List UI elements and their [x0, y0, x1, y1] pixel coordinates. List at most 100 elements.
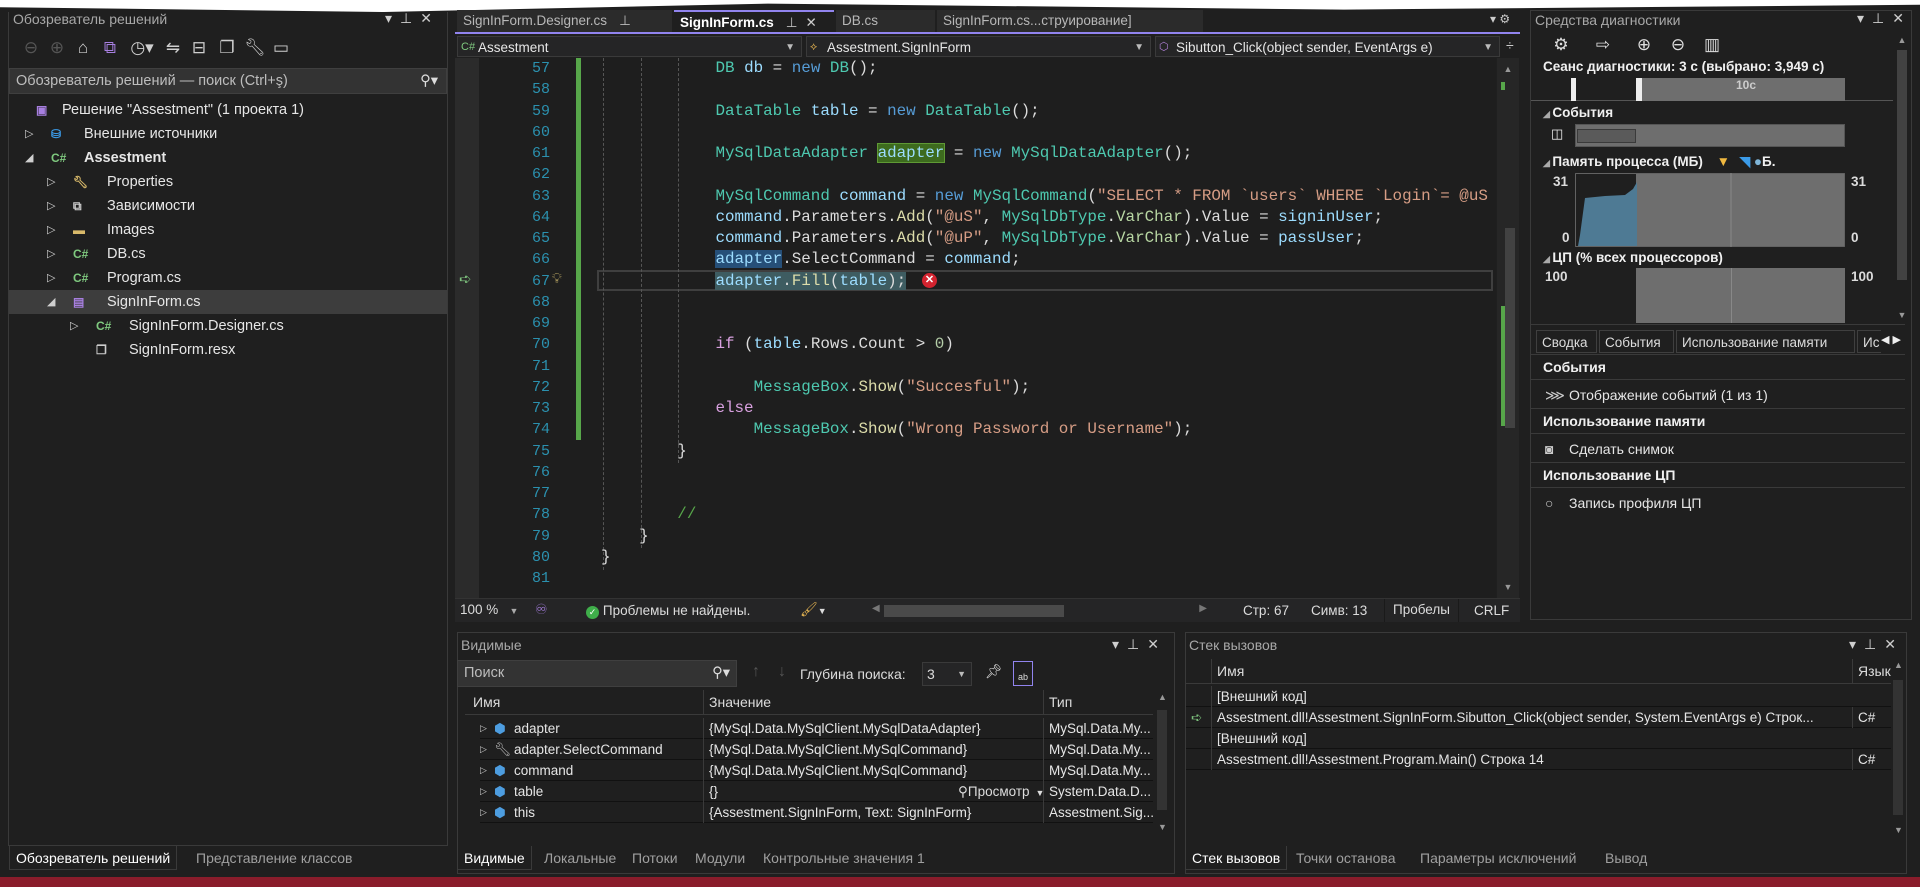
gear-icon[interactable]: ⚙ [1543, 35, 1579, 55]
expand-arrow-icon[interactable]: ▷ [47, 266, 55, 290]
code-line[interactable]: } [601, 441, 687, 462]
back-icon[interactable]: ⊖ [18, 38, 44, 58]
error-icon[interactable]: ✕ [922, 273, 937, 288]
dropdown-icon[interactable]: ▾ [1112, 636, 1127, 652]
close-icon[interactable]: ✕ [1147, 636, 1167, 652]
debug-tab[interactable]: Стек вызовов [1185, 846, 1288, 870]
column-header-name[interactable]: Имя [473, 690, 500, 715]
dropdown-icon[interactable]: ▾ [1849, 636, 1864, 652]
tree-item[interactable]: ▷ C# DB.cs [9, 242, 447, 266]
tree-item[interactable]: ▷ ▬ Images [9, 218, 447, 242]
scroll-right-icon[interactable]: ▶ [1199, 603, 1207, 614]
code-line[interactable]: else [601, 398, 753, 419]
scroll-thumb[interactable] [1897, 50, 1907, 280]
debug-tab[interactable]: Локальные [538, 846, 622, 870]
tree-item[interactable]: ▣ Решение "Assestment" (1 проекта 1) [9, 98, 447, 122]
expand-arrow-icon[interactable]: ▷ [70, 314, 78, 338]
expand-arrow-icon[interactable]: ▷ [480, 781, 487, 802]
events-track[interactable] [1575, 124, 1845, 147]
scroll-up-icon[interactable]: ▲ [1895, 35, 1909, 45]
expand-arrow-icon[interactable]: ▷ [480, 739, 487, 760]
pin-icon[interactable]: ⊥ [1872, 10, 1892, 26]
callstack-row[interactable]: [Внешний код] [1186, 686, 1891, 707]
expand-arrow-icon[interactable]: ▷ [25, 122, 33, 146]
debug-tab[interactable]: Потоки [626, 846, 684, 870]
search-icon[interactable]: ⚲▾ [712, 661, 730, 685]
tab-events[interactable]: События [1599, 330, 1674, 353]
history-filter-icon[interactable]: ◷▾ [124, 38, 160, 58]
close-icon[interactable]: ✕ [806, 15, 817, 30]
scroll-thumb[interactable] [1157, 710, 1167, 810]
code-line[interactable]: command.Parameters.Add("@uP", MySqlDbTyp… [601, 228, 1364, 249]
scroll-up-icon[interactable]: ▲ [1155, 692, 1170, 702]
tree-item[interactable]: ▷ 🔧︎ Properties [9, 170, 447, 194]
export-icon[interactable]: ⇨ [1579, 35, 1627, 55]
editor-tab[interactable]: DB.cs [836, 10, 935, 32]
code-line[interactable]: MessageBox.Show("Wrong Password or Usern… [601, 419, 1193, 440]
callstack-row[interactable]: Assestment.dll!Assestment.Program.Main()… [1186, 749, 1891, 770]
problems-status[interactable]: ✓ Проблемы не найдены. [586, 602, 750, 619]
expand-arrow-icon[interactable]: ▷ [47, 194, 55, 218]
memory-chart[interactable] [1575, 173, 1845, 247]
solution-search-input[interactable]: Обозреватель решений — поиск (Ctrl+ş) ⚲▾ [9, 68, 447, 94]
code-line[interactable]: } [601, 526, 649, 547]
autos-row[interactable]: ▷ ⬢ this {Assestment.SignInForm, Text: Sign… [480, 802, 1153, 823]
code-line[interactable]: adapter.SelectCommand = command; [601, 249, 1021, 270]
horizontal-scrollbar[interactable]: ◀ ▶ [872, 603, 1207, 619]
zoom-level-combo[interactable]: 100 % ▼ [460, 602, 518, 617]
properties-wrench-icon[interactable]: 🔧︎ [242, 38, 268, 58]
tab-memory-usage[interactable]: Использование памяти [1676, 330, 1855, 353]
close-icon[interactable]: ✕ [1884, 636, 1904, 652]
split-editor-icon[interactable]: ÷ [1506, 37, 1514, 53]
expand-arrow-icon[interactable]: ▷ [47, 170, 55, 194]
pin-icon[interactable]: ⊥ [619, 13, 631, 28]
autos-row[interactable]: ▷ ⬢ command {MySql.Data.MySqlClient.MySqlCo… [480, 760, 1153, 781]
column-header-language[interactable]: Язык [1852, 659, 1891, 684]
editor-tab[interactable]: SignInForm.cs...струирование] [937, 10, 1203, 32]
search-icon[interactable]: ⚲▾ [420, 69, 438, 93]
tree-item[interactable]: ▷ ⧉ Зависимости [9, 194, 447, 218]
class-combo[interactable]: ⟡ Assestment.SignInForm ▼ [806, 36, 1151, 57]
expand-arrow-icon[interactable]: ◢ [47, 290, 55, 314]
debug-tab[interactable]: Контрольные значения 1 [757, 846, 931, 870]
dropdown-icon[interactable]: ▾ [1857, 10, 1872, 26]
editor-tab[interactable]: SignInForm.Designer.cs ⊥ [457, 10, 672, 32]
line-indicator[interactable]: Стр: 67 [1243, 603, 1289, 618]
tree-item[interactable]: ❐ SignInForm.resx [9, 338, 447, 362]
zoom-in-icon[interactable]: ⊕ [1627, 35, 1661, 55]
autos-scrollbar[interactable]: ▲ ▼ [1155, 692, 1170, 832]
sync-icon[interactable]: ⇋ [160, 38, 186, 58]
cpu-chart[interactable] [1575, 268, 1845, 323]
callstack-scrollbar[interactable]: ▲ ▼ [1891, 660, 1906, 835]
autos-row[interactable]: ▷ 🔧︎ adapter.SelectCommand {MySql.Data.MySq… [480, 739, 1153, 760]
callstack-row[interactable]: [Внешний код] [1186, 728, 1891, 749]
debug-tab[interactable]: Видимые [457, 846, 532, 870]
callstack-row[interactable]: ➪ Assestment.dll!Assestment.SignInForm.Si… [1186, 707, 1891, 728]
tree-item[interactable]: ▷ C# SignInForm.Designer.cs [9, 314, 447, 338]
diagnostics-scrollbar[interactable]: ▲ ▼ [1895, 35, 1909, 320]
code-line[interactable]: DB db = new DB(); [601, 58, 877, 79]
autos-row[interactable]: ▷ ⬢ table{} ⚲Просмотр ▼ System.Data.D... [480, 781, 1153, 802]
column-indicator[interactable]: Симв: 13 [1311, 603, 1367, 618]
debug-tab[interactable]: Вывод [1599, 846, 1653, 870]
forward-icon[interactable]: ⊕ [44, 38, 70, 58]
tab-solution-explorer[interactable]: Обозреватель решений [9, 846, 178, 870]
selection-start-handle[interactable] [1571, 78, 1576, 101]
tab-scroll-arrows[interactable]: ◀ ▶ [1881, 333, 1901, 346]
expand-arrow-icon[interactable]: ▷ [480, 760, 487, 781]
autos-row[interactable]: ▷ ⬢ adapter {MySql.Data.MySqlClient.MySqlDa… [480, 718, 1153, 739]
expand-arrow-icon[interactable]: ▷ [480, 718, 487, 739]
switch-views-icon[interactable]: ⧉ [96, 38, 124, 58]
code-line[interactable]: adapter.Fill(table); [601, 271, 907, 292]
search-next-icon[interactable]: ↓ [778, 663, 786, 681]
diagnostics-action[interactable]: ⋙ Отображение событий (1 из 1) [1545, 387, 1768, 404]
code-line[interactable]: MySqlDataAdapter adapter = new MySqlData… [601, 143, 1192, 164]
scroll-thumb[interactable] [1893, 680, 1903, 815]
diagnostics-action[interactable]: ◙ Сделать снимок [1545, 441, 1674, 457]
code-cleanup-icon[interactable]: 🖌︎▼ [800, 601, 827, 618]
home-icon[interactable]: ⌂ [70, 38, 96, 58]
tab-summary[interactable]: Сводка [1536, 330, 1597, 353]
scroll-up-icon[interactable]: ▲ [1497, 64, 1519, 74]
scroll-down-icon[interactable]: ▼ [1895, 310, 1909, 320]
code-line[interactable]: DataTable table = new DataTable(); [601, 101, 1039, 122]
